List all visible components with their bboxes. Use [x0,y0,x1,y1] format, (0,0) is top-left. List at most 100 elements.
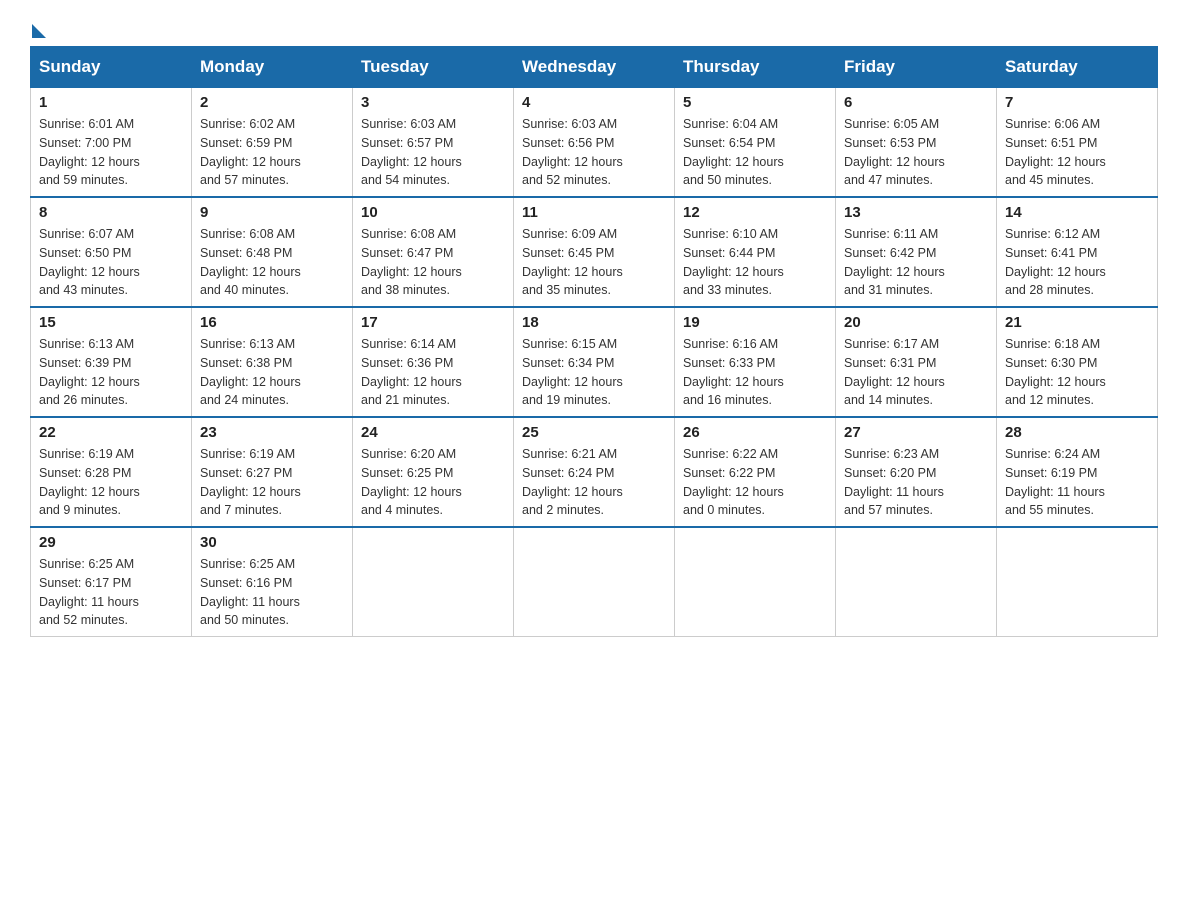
day-info: Sunrise: 6:01 AMSunset: 7:00 PMDaylight:… [39,115,183,190]
header-day-saturday: Saturday [997,47,1158,88]
day-info: Sunrise: 6:20 AMSunset: 6:25 PMDaylight:… [361,445,505,520]
day-number: 21 [1005,314,1149,331]
day-number: 13 [844,204,988,221]
day-info: Sunrise: 6:02 AMSunset: 6:59 PMDaylight:… [200,115,344,190]
day-info: Sunrise: 6:22 AMSunset: 6:22 PMDaylight:… [683,445,827,520]
day-number: 22 [39,424,183,441]
day-info: Sunrise: 6:17 AMSunset: 6:31 PMDaylight:… [844,335,988,410]
day-number: 26 [683,424,827,441]
calendar-cell: 28 Sunrise: 6:24 AMSunset: 6:19 PMDayligh… [997,417,1158,527]
calendar-cell: 2 Sunrise: 6:02 AMSunset: 6:59 PMDaylight… [192,88,353,198]
calendar-cell: 8 Sunrise: 6:07 AMSunset: 6:50 PMDaylight… [31,197,192,307]
calendar-cell: 19Sunrise: 6:16 AMSunset: 6:33 PMDayligh… [675,307,836,417]
calendar-cell: 12 Sunrise: 6:10 AMSunset: 6:44 PMDayligh… [675,197,836,307]
day-number: 9 [200,204,344,221]
calendar-cell: 5 Sunrise: 6:04 AMSunset: 6:54 PMDaylight… [675,88,836,198]
calendar-week-1: 1Sunrise: 6:01 AMSunset: 7:00 PMDaylight… [31,88,1158,198]
calendar-cell: 26 Sunrise: 6:22 AMSunset: 6:22 PMDayligh… [675,417,836,527]
calendar-cell: 1Sunrise: 6:01 AMSunset: 7:00 PMDaylight… [31,88,192,198]
day-number: 4 [522,94,666,111]
calendar-cell: 27 Sunrise: 6:23 AMSunset: 6:20 PMDayligh… [836,417,997,527]
day-number: 20 [844,314,988,331]
day-number: 15 [39,314,183,331]
header-day-wednesday: Wednesday [514,47,675,88]
header-day-friday: Friday [836,47,997,88]
day-info: Sunrise: 6:06 AMSunset: 6:51 PMDaylight:… [1005,115,1149,190]
day-number: 7 [1005,94,1149,111]
day-info: Sunrise: 6:07 AMSunset: 6:50 PMDaylight:… [39,225,183,300]
day-number: 10 [361,204,505,221]
day-number: 14 [1005,204,1149,221]
calendar-body: 1Sunrise: 6:01 AMSunset: 7:00 PMDaylight… [31,88,1158,637]
day-info: Sunrise: 6:03 AMSunset: 6:56 PMDaylight:… [522,115,666,190]
calendar-cell: 6Sunrise: 6:05 AMSunset: 6:53 PMDaylight… [836,88,997,198]
calendar-cell [514,527,675,637]
day-number: 19 [683,314,827,331]
day-number: 2 [200,94,344,111]
day-number: 6 [844,94,988,111]
day-info: Sunrise: 6:13 AMSunset: 6:38 PMDaylight:… [200,335,344,410]
day-info: Sunrise: 6:08 AMSunset: 6:48 PMDaylight:… [200,225,344,300]
day-number: 8 [39,204,183,221]
calendar-week-5: 29 Sunrise: 6:25 AMSunset: 6:17 PMDayligh… [31,527,1158,637]
day-info: Sunrise: 6:23 AMSunset: 6:20 PMDaylight:… [844,445,988,520]
day-number: 3 [361,94,505,111]
day-number: 29 [39,534,183,551]
calendar-cell: 7 Sunrise: 6:06 AMSunset: 6:51 PMDaylight… [997,88,1158,198]
calendar-cell: 4 Sunrise: 6:03 AMSunset: 6:56 PMDaylight… [514,88,675,198]
header [30,20,1158,36]
calendar-header: SundayMondayTuesdayWednesdayThursdayFrid… [31,47,1158,88]
calendar-cell: 14Sunrise: 6:12 AMSunset: 6:41 PMDayligh… [997,197,1158,307]
calendar-cell: 20 Sunrise: 6:17 AMSunset: 6:31 PMDayligh… [836,307,997,417]
day-info: Sunrise: 6:21 AMSunset: 6:24 PMDaylight:… [522,445,666,520]
day-number: 25 [522,424,666,441]
calendar-cell: 10Sunrise: 6:08 AMSunset: 6:47 PMDayligh… [353,197,514,307]
day-info: Sunrise: 6:13 AMSunset: 6:39 PMDaylight:… [39,335,183,410]
day-number: 18 [522,314,666,331]
day-info: Sunrise: 6:04 AMSunset: 6:54 PMDaylight:… [683,115,827,190]
calendar-cell: 18Sunrise: 6:15 AMSunset: 6:34 PMDayligh… [514,307,675,417]
header-day-monday: Monday [192,47,353,88]
calendar-cell: 11Sunrise: 6:09 AMSunset: 6:45 PMDayligh… [514,197,675,307]
calendar-cell [353,527,514,637]
day-number: 27 [844,424,988,441]
calendar-cell: 23Sunrise: 6:19 AMSunset: 6:27 PMDayligh… [192,417,353,527]
calendar-cell [836,527,997,637]
calendar-cell: 13 Sunrise: 6:11 AMSunset: 6:42 PMDayligh… [836,197,997,307]
calendar-cell: 16 Sunrise: 6:13 AMSunset: 6:38 PMDayligh… [192,307,353,417]
day-number: 28 [1005,424,1149,441]
day-info: Sunrise: 6:25 AMSunset: 6:16 PMDaylight:… [200,555,344,630]
calendar-cell: 21Sunrise: 6:18 AMSunset: 6:30 PMDayligh… [997,307,1158,417]
day-number: 5 [683,94,827,111]
calendar-cell: 9 Sunrise: 6:08 AMSunset: 6:48 PMDaylight… [192,197,353,307]
calendar-cell: 29 Sunrise: 6:25 AMSunset: 6:17 PMDayligh… [31,527,192,637]
day-number: 17 [361,314,505,331]
calendar-cell: 17 Sunrise: 6:14 AMSunset: 6:36 PMDayligh… [353,307,514,417]
calendar-cell: 30 Sunrise: 6:25 AMSunset: 6:16 PMDayligh… [192,527,353,637]
calendar-cell [997,527,1158,637]
calendar-cell: 25 Sunrise: 6:21 AMSunset: 6:24 PMDayligh… [514,417,675,527]
calendar-cell: 3 Sunrise: 6:03 AMSunset: 6:57 PMDaylight… [353,88,514,198]
day-info: Sunrise: 6:10 AMSunset: 6:44 PMDaylight:… [683,225,827,300]
day-number: 30 [200,534,344,551]
calendar-cell: 24 Sunrise: 6:20 AMSunset: 6:25 PMDayligh… [353,417,514,527]
calendar-cell [675,527,836,637]
day-info: Sunrise: 6:19 AMSunset: 6:28 PMDaylight:… [39,445,183,520]
logo [30,20,46,36]
calendar-week-4: 22 Sunrise: 6:19 AMSunset: 6:28 PMDayligh… [31,417,1158,527]
day-info: Sunrise: 6:19 AMSunset: 6:27 PMDaylight:… [200,445,344,520]
day-number: 11 [522,204,666,221]
header-day-sunday: Sunday [31,47,192,88]
day-number: 24 [361,424,505,441]
calendar-table: SundayMondayTuesdayWednesdayThursdayFrid… [30,46,1158,637]
header-day-tuesday: Tuesday [353,47,514,88]
day-info: Sunrise: 6:11 AMSunset: 6:42 PMDaylight:… [844,225,988,300]
day-number: 16 [200,314,344,331]
day-info: Sunrise: 6:14 AMSunset: 6:36 PMDaylight:… [361,335,505,410]
day-info: Sunrise: 6:24 AMSunset: 6:19 PMDaylight:… [1005,445,1149,520]
logo-arrow-icon [32,24,46,38]
calendar-week-2: 8 Sunrise: 6:07 AMSunset: 6:50 PMDaylight… [31,197,1158,307]
day-info: Sunrise: 6:03 AMSunset: 6:57 PMDaylight:… [361,115,505,190]
day-info: Sunrise: 6:25 AMSunset: 6:17 PMDaylight:… [39,555,183,630]
day-number: 12 [683,204,827,221]
